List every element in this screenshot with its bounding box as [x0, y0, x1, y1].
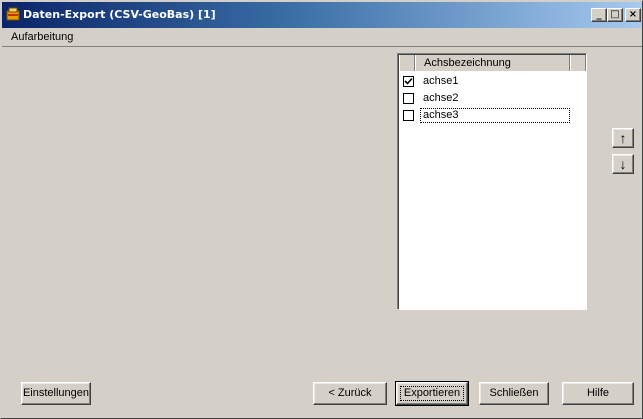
move-down-button[interactable]: ↓: [612, 154, 634, 174]
back-button[interactable]: < Zurück: [313, 382, 387, 405]
app-icon: [6, 7, 20, 21]
axis-list-grid[interactable]: Achsbezeichnung achse1 achse2 achse3: [397, 53, 587, 310]
close-dialog-button[interactable]: Schließen: [479, 382, 549, 405]
list-item-achse1[interactable]: achse1: [399, 73, 586, 90]
export-button[interactable]: Exportieren: [395, 381, 469, 406]
export-dialog-window: Daten-Export (CSV-GeoBas) [1] _ □ × Aufa…: [0, 0, 643, 419]
checkbox-achse2[interactable]: [403, 93, 414, 104]
header-achsbezeichnung[interactable]: Achsbezeichnung: [415, 55, 570, 71]
grid-header: Achsbezeichnung: [399, 55, 586, 71]
maximize-button[interactable]: □: [607, 8, 623, 22]
header-empty-column: [570, 55, 586, 71]
menu-bar: Aufarbeitung: [2, 29, 642, 47]
checkbox-achse3[interactable]: [403, 110, 414, 121]
minimize-button[interactable]: _: [591, 8, 607, 22]
header-check-column[interactable]: [399, 55, 415, 71]
close-button[interactable]: ×: [625, 8, 641, 22]
focus-indicator: [400, 386, 464, 401]
list-item-label: achse2: [423, 92, 459, 104]
list-item-label: achse3: [423, 109, 459, 121]
list-item-achse2[interactable]: achse2: [399, 90, 586, 107]
window-title: Daten-Export (CSV-GeoBas) [1]: [23, 8, 216, 21]
arrow-up-icon: ↑: [619, 130, 627, 146]
menu-aufarbeitung[interactable]: Aufarbeitung: [11, 31, 73, 43]
checkbox-achse1[interactable]: [403, 76, 414, 87]
help-button[interactable]: Hilfe: [562, 382, 634, 405]
arrow-down-icon: ↓: [619, 156, 627, 172]
column-header-label: Achsbezeichnung: [424, 57, 511, 69]
move-up-button[interactable]: ↑: [612, 128, 634, 148]
list-item-label: achse1: [423, 75, 459, 87]
settings-button[interactable]: Einstellungen: [21, 382, 91, 405]
list-item-achse3[interactable]: achse3: [399, 107, 586, 124]
title-bar[interactable]: Daten-Export (CSV-GeoBas) [1] _ □ ×: [2, 2, 642, 28]
